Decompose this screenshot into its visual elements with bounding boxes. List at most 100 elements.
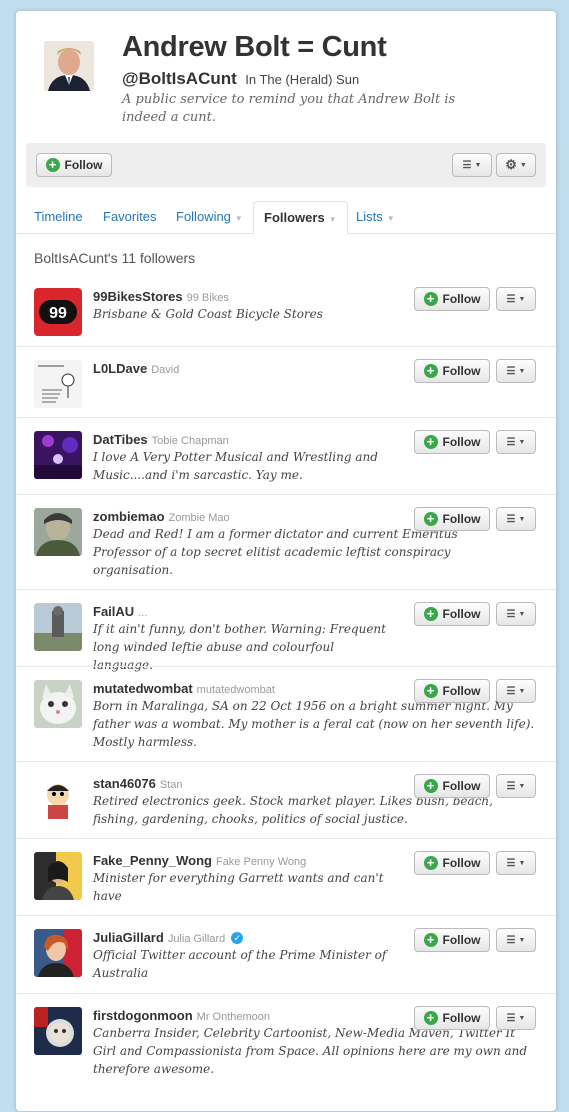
avatar-badge-text: 99 bbox=[49, 305, 67, 322]
profile-header: Andrew Bolt = Cunt @BoltIsACunt In The (… bbox=[16, 11, 556, 143]
follower-fullname: David bbox=[151, 364, 180, 376]
chevron-down-icon: ▼ bbox=[386, 214, 395, 223]
follower-row: DatTibes Tobie Chapman I love A Very Pott… bbox=[16, 417, 556, 495]
tab-timeline[interactable]: Timeline bbox=[34, 201, 83, 233]
follower-avatar[interactable] bbox=[34, 603, 82, 651]
user-menu-button[interactable]: ☰ ▼ bbox=[496, 359, 536, 383]
follower-username[interactable]: zombiemao bbox=[93, 509, 165, 524]
chevron-down-icon: ▼ bbox=[519, 161, 527, 169]
tab-label: Lists bbox=[356, 209, 383, 224]
chevron-down-icon: ▼ bbox=[518, 438, 526, 446]
follower-avatar[interactable] bbox=[34, 680, 82, 728]
follower-row: L0LDave David + Follow ☰ ▼ bbox=[16, 346, 556, 418]
follow-button[interactable]: + Follow bbox=[414, 774, 490, 798]
tab-label: Following bbox=[176, 209, 231, 224]
follower-name-line: 99BikesStores 99 Bikes bbox=[93, 288, 229, 306]
user-menu-button[interactable]: ☰ ▼ bbox=[496, 928, 536, 952]
follower-bio: Minister for everything Garrett wants an… bbox=[93, 871, 384, 903]
follow-button[interactable]: + Follow bbox=[414, 507, 490, 531]
profile-card: Andrew Bolt = Cunt @BoltIsACunt In The (… bbox=[15, 10, 557, 1112]
follower-avatar[interactable] bbox=[34, 1007, 82, 1055]
follower-username[interactable]: DatTibes bbox=[93, 432, 148, 447]
follower-name-line: DatTibes Tobie Chapman bbox=[93, 431, 229, 449]
tab-followers[interactable]: Followers ▼ bbox=[253, 201, 348, 235]
follower-avatar[interactable] bbox=[34, 508, 82, 556]
follower-name-line: FailAU... bbox=[93, 603, 147, 621]
user-menu-button[interactable]: ☰ ▼ bbox=[496, 851, 536, 875]
follower-username[interactable]: mutatedwombat bbox=[93, 681, 193, 696]
follower-username[interactable]: stan46076 bbox=[93, 776, 156, 791]
follower-bio: Official Twitter account of the Prime Mi… bbox=[93, 948, 387, 980]
chevron-down-icon: ▼ bbox=[518, 782, 526, 790]
user-menu-button[interactable]: ☰ ▼ bbox=[496, 430, 536, 454]
follower-fullname: mutatedwombat bbox=[196, 684, 275, 696]
tab-favorites[interactable]: Favorites bbox=[103, 201, 156, 233]
follow-button[interactable]: + Follow bbox=[414, 359, 490, 383]
chevron-down-icon: ▼ bbox=[518, 295, 526, 303]
profile-avatar[interactable] bbox=[44, 41, 94, 91]
follower-username[interactable]: JuliaGillard bbox=[93, 930, 164, 945]
follower-avatar[interactable] bbox=[34, 775, 82, 823]
user-menu-button[interactable]: ☰ ▼ bbox=[496, 602, 536, 626]
chevron-down-icon: ▼ bbox=[234, 214, 243, 223]
chevron-down-icon: ▼ bbox=[518, 1014, 526, 1022]
follow-button[interactable]: + Follow bbox=[414, 679, 490, 703]
plus-icon: + bbox=[423, 292, 438, 306]
follower-avatar[interactable] bbox=[34, 929, 82, 977]
follow-button[interactable]: + Follow bbox=[414, 602, 490, 626]
follower-name-line: L0LDave David bbox=[93, 360, 179, 378]
follow-button[interactable]: + Follow bbox=[414, 1006, 490, 1030]
follower-name-line: mutatedwombat mutatedwombat bbox=[93, 680, 275, 698]
plus-icon: + bbox=[423, 435, 438, 449]
follower-fullname: Julia Gillard bbox=[167, 933, 226, 945]
follower-row: mutatedwombat mutatedwombat Born in Maral… bbox=[16, 666, 556, 762]
plus-icon: + bbox=[423, 779, 438, 793]
chevron-down-icon: ▼ bbox=[518, 610, 526, 618]
profile-settings-button[interactable]: ⚙ ▼ bbox=[496, 153, 536, 177]
user-menu-button[interactable]: ☰ ▼ bbox=[496, 507, 536, 531]
follower-fullname: ... bbox=[138, 607, 148, 619]
follower-row: 99 99BikesStores 99 Bikes Brisbane & Gold… bbox=[16, 274, 556, 346]
follower-bio: Canberra Insider, Celebrity Cartoonist, … bbox=[93, 1026, 528, 1076]
list-icon: ☰ bbox=[506, 857, 516, 869]
list-icon: ☰ bbox=[506, 436, 516, 448]
profile-bio: A public service to remind you that Andr… bbox=[122, 92, 456, 125]
follower-name-line: zombiemao Zombie Mao bbox=[93, 508, 230, 526]
follower-bio: I love A Very Potter Musical and Wrestli… bbox=[93, 450, 378, 482]
tab-label: Followers bbox=[264, 210, 325, 225]
follower-username[interactable]: 99BikesStores bbox=[93, 289, 183, 304]
profile-list-menu-button[interactable]: ☰ ▼ bbox=[452, 153, 492, 177]
follow-label: Follow bbox=[442, 292, 481, 306]
follower-username[interactable]: FailAU bbox=[93, 604, 134, 619]
user-menu-button[interactable]: ☰ ▼ bbox=[496, 679, 536, 703]
chevron-down-icon: ▼ bbox=[518, 367, 526, 375]
follow-button[interactable]: + Follow bbox=[414, 430, 490, 454]
follower-username[interactable]: L0LDave bbox=[93, 361, 147, 376]
follower-username[interactable]: firstdogonmoon bbox=[93, 1008, 193, 1023]
list-icon: ☰ bbox=[506, 513, 516, 525]
follower-bio: Dead and Red! I am a former dictator and… bbox=[93, 527, 458, 577]
follower-avatar[interactable] bbox=[34, 852, 82, 900]
plus-icon: + bbox=[423, 364, 438, 378]
profile-follow-button[interactable]: + Follow bbox=[36, 153, 112, 177]
tab-following[interactable]: Following ▼ bbox=[176, 201, 243, 233]
plus-icon: + bbox=[423, 1011, 438, 1025]
follow-button[interactable]: + Follow bbox=[414, 287, 490, 311]
follower-username[interactable]: Fake_Penny_Wong bbox=[93, 853, 212, 868]
followers-count-heading: BoltIsACunt's 11 followers bbox=[34, 250, 196, 266]
tab-lists[interactable]: Lists ▼ bbox=[356, 201, 395, 233]
user-menu-button[interactable]: ☰ ▼ bbox=[496, 1006, 536, 1030]
profile-tabs: Timeline Favorites Following ▼ Followers ▼… bbox=[16, 201, 556, 235]
user-menu-button[interactable]: ☰ ▼ bbox=[496, 287, 536, 311]
follow-button[interactable]: + Follow bbox=[414, 928, 490, 952]
follower-avatar[interactable]: 99 bbox=[34, 288, 82, 336]
follower-avatar[interactable] bbox=[34, 360, 82, 408]
profile-handle: @BoltIsACunt bbox=[122, 69, 237, 88]
follower-name-line: stan46076 Stan bbox=[93, 775, 183, 793]
follow-button[interactable]: + Follow bbox=[414, 851, 490, 875]
list-icon: ☰ bbox=[506, 685, 516, 697]
follower-avatar[interactable] bbox=[34, 431, 82, 479]
follower-name-line: Fake_Penny_Wong Fake Penny Wong bbox=[93, 852, 306, 870]
follow-label: Follow bbox=[64, 158, 103, 172]
user-menu-button[interactable]: ☰ ▼ bbox=[496, 774, 536, 798]
